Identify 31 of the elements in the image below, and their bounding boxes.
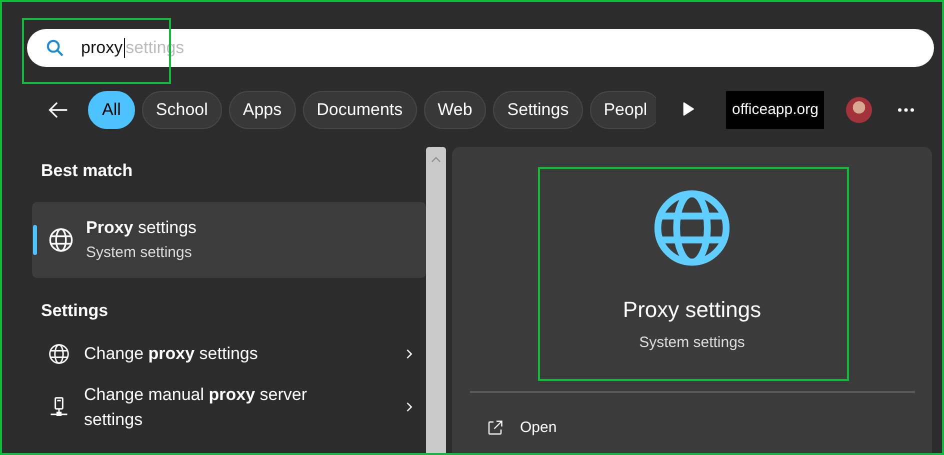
text-cursor <box>124 38 125 58</box>
preview-subtitle: System settings <box>639 333 745 353</box>
globe-icon <box>48 342 70 364</box>
settings-result[interactable]: Change manual proxy server settings <box>2 382 426 432</box>
selection-indicator <box>33 224 37 254</box>
filter-chip[interactable]: Documents <box>302 91 417 129</box>
action-link[interactable]: Open <box>486 416 557 439</box>
filter-chip[interactable]: Peopl <box>590 91 656 129</box>
search-text: proxy <box>81 37 123 60</box>
filter-chip[interactable]: Apps <box>228 91 296 129</box>
filter-chip[interactable]: Web <box>424 91 486 129</box>
preview-title: Proxy settings <box>622 296 762 324</box>
scrollbar[interactable] <box>426 147 446 453</box>
best-match-item[interactable]: Proxy settings System settings <box>32 202 426 278</box>
filter-chip[interactable]: School <box>142 91 222 129</box>
org-badge: officeapp.org <box>726 90 824 130</box>
open-external-icon <box>486 418 504 437</box>
result-label: Change proxy settings <box>84 343 259 365</box>
filter-chip[interactable]: Settings <box>493 91 583 129</box>
globe-icon <box>48 226 74 252</box>
more-icon <box>898 108 914 112</box>
avatar[interactable] <box>846 97 872 123</box>
result-label: Change manual proxy server settings <box>84 384 308 431</box>
section-heading: Best match <box>40 160 134 182</box>
computer-network-icon <box>48 396 70 418</box>
section-heading: Settings <box>40 300 110 322</box>
search-icon <box>45 38 65 58</box>
settings-result[interactable]: Change proxy settings <box>2 341 426 366</box>
filter-chip[interactable]: All <box>88 91 135 129</box>
item-title: Proxy settings <box>86 216 197 238</box>
item-subtitle: System settings <box>86 243 193 263</box>
